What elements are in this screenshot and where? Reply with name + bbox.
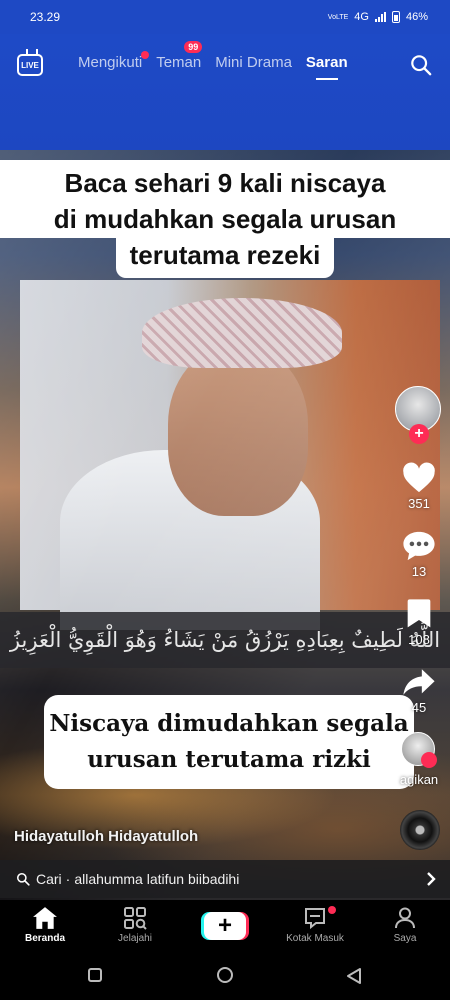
recents-icon[interactable] [88,968,102,982]
arabic-verse: اللَّهُ لَطِيفٌ بِعِبَادِهِ يَرْزُقُ مَن… [0,612,450,668]
heart-icon [403,462,435,493]
nav-label: Kotak Masuk [286,933,344,944]
teman-badge: 99 [184,41,203,53]
nav-label: Saya [393,933,417,944]
caption-bottom: Niscaya dimudahkan segala urusan terutam… [44,695,414,789]
explore-grid-icon [124,907,147,930]
comment-icon [403,531,435,561]
comment-count: 13 [411,564,427,579]
feed-tabs: Mengikuti Teman 99 Mini Drama Saran [78,41,348,80]
search-query: allahumma latifun biibadihi [74,871,240,887]
search-icon[interactable] [410,54,432,76]
status-bar: 23.29 VoLTE 4G 46% [0,0,450,34]
caption-line: Baca sehari 9 kali niscaya [0,160,450,202]
share-button[interactable]: 45 [395,666,443,715]
chevron-right-icon [427,872,436,886]
tab-saran[interactable]: Saran [305,54,348,80]
tab-mini-drama[interactable]: Mini Drama [215,54,292,71]
status-time: 23.29 [30,10,61,24]
inbox-icon [305,908,325,930]
nav-saya[interactable]: Saya [370,906,440,944]
home-icon [33,907,57,929]
signal-icon [374,12,386,22]
bookmark-icon [407,599,431,628]
share-mini-icon [421,752,437,768]
author-name[interactable]: Hidayatulloh Hidayatulloh [14,828,198,845]
caption-line: Niscaya dimudahkan segala [49,710,409,737]
save-count: 108 [408,632,430,647]
back-triangle-icon[interactable] [345,967,363,985]
tab-label: Mengikuti [78,54,143,71]
top-nav: LIVE Mengikuti Teman 99 Mini Drama Saran [0,34,450,150]
search-suggestion-bar[interactable]: Cari · allahumma latifun biibadihi [0,860,450,898]
tab-label: Teman [156,54,202,71]
music-disc-icon[interactable] [400,810,440,850]
system-nav-bar [0,958,450,1000]
battery-level: 46% [405,11,428,23]
home-system-icon[interactable] [217,967,233,983]
nav-jelajahi[interactable]: Jelajahi [100,906,170,944]
status-icons: VoLTE 4G 46% [328,11,428,23]
nav-kotak-masuk[interactable]: Kotak Masuk [280,906,350,944]
notification-dot [141,51,150,59]
share-arrow-icon [403,669,435,695]
network-label: 4G [354,11,369,23]
battery-icon [391,11,400,23]
live-icon[interactable]: LIVE [17,54,43,76]
nav-label: Beranda [24,933,65,944]
share-count: 45 [411,700,427,715]
bottom-nav: Beranda Jelajahi + Kotak Masuk Saya [0,900,450,958]
caption-line: urusan terutama rizki [87,746,371,773]
caption-top: Baca sehari 9 kali niscaya di mudahkan s… [0,160,450,278]
like-button[interactable]: 351 [395,462,443,511]
separator: · [65,871,71,887]
profile-icon [395,907,415,929]
volte-label: VoLTE [327,13,349,21]
caption-line: terutama rezeki [115,238,335,278]
follow-plus-icon[interactable]: + [409,424,429,444]
nav-beranda[interactable]: Beranda [10,906,80,944]
tab-label: Mini Drama [215,54,292,71]
share-label: agikan [399,772,439,787]
save-button[interactable]: 108 [395,598,443,647]
comment-button[interactable]: 13 [395,530,443,579]
nav-label: Jelajahi [118,933,152,944]
tab-label: Saran [305,54,348,71]
create-plus-button[interactable]: + [204,912,246,940]
tab-teman[interactable]: Teman 99 [156,41,203,71]
tab-mengikuti[interactable]: Mengikuti [78,51,150,71]
caption-line: di mudahkan segala urusan [0,202,450,238]
like-count: 351 [408,496,430,511]
search-prefix: Cari [36,871,62,887]
inbox-notification-dot [328,906,336,914]
live-label: LIVE [21,60,39,70]
search-icon [16,872,30,886]
